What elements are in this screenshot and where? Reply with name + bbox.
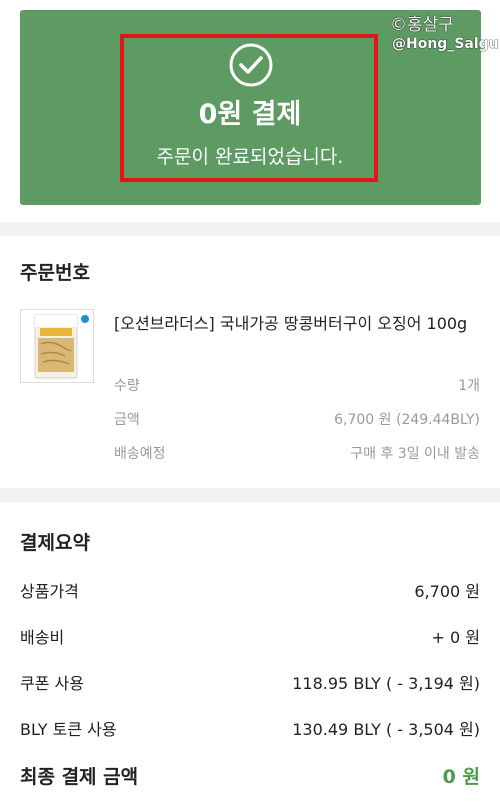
order-complete-message: 주문이 완료되었습니다. [156,146,344,168]
product-name[interactable]: [오션브라더스] 국내가공 땅콩버터구이 오징어 100g [114,310,484,337]
bly-token-label: BLY 토큰 사용 [20,720,117,739]
final-amount-value: 0 원 [442,766,480,788]
section-divider [0,488,500,502]
shipping-fee-value: + 0 원 [431,628,480,647]
watermark-handle: @Hong_Salgu [392,36,499,52]
watermark-name: ©홍살구 [390,15,454,35]
order-number-heading: 주문번호 [20,262,90,284]
amount-label: 금액 [114,412,140,428]
payment-summary-heading: 결제요약 [20,532,90,554]
quantity-label: 수량 [114,378,140,394]
delivery-label: 배송예정 [114,446,166,462]
product-package-image [34,314,89,379]
coupon-value: 118.95 BLY ( - 3,194 원) [292,674,480,693]
quantity-value: 1개 [458,378,480,394]
amount-value: 6,700 원 (249.44BLY) [334,412,480,428]
final-amount-label: 최종 결제 금액 [20,766,139,788]
payment-amount-title: 0원 결제 [198,99,302,130]
product-thumbnail[interactable] [20,309,94,383]
delivery-value: 구매 후 3일 이내 발송 [350,446,480,462]
check-circle-icon [229,43,273,87]
bly-token-value: 130.49 BLY ( - 3,504 원) [292,720,480,739]
section-divider [0,222,500,236]
product-price-label: 상품가격 [20,582,79,601]
shipping-fee-label: 배송비 [20,628,65,647]
coupon-label: 쿠폰 사용 [20,674,84,693]
product-price-value: 6,700 원 [414,582,480,601]
